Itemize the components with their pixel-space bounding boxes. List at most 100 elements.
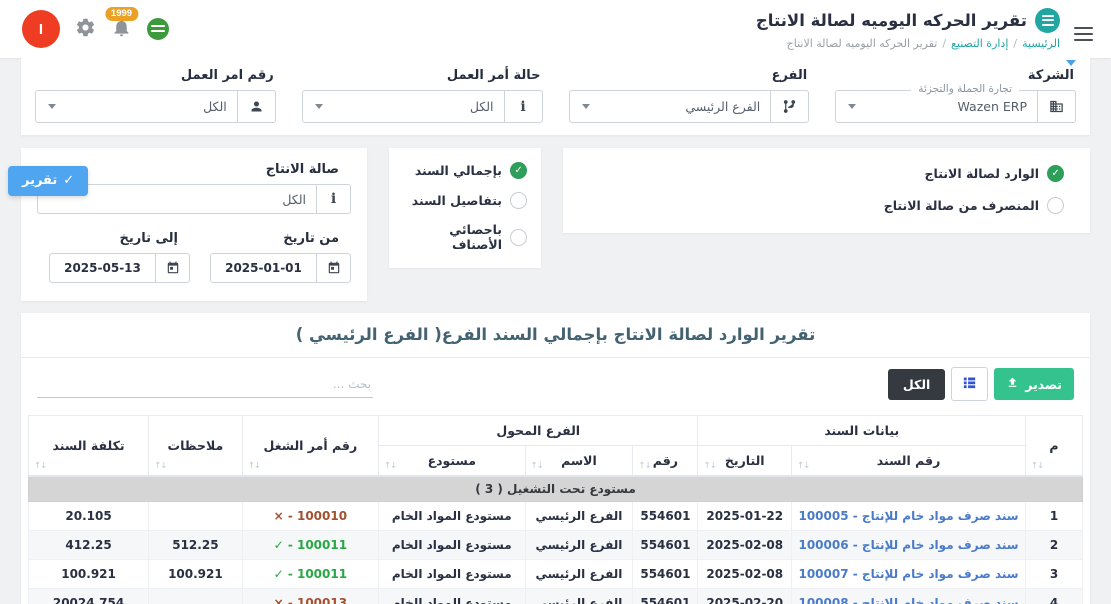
toolbar-buttons: تصدير الكل — [888, 367, 1074, 401]
work-order-number-label: رقم امر العمل — [37, 68, 274, 83]
company-value: Wazen ERP — [860, 99, 1037, 114]
report-list-icon — [1035, 8, 1060, 33]
breadcrumb-manufacturing[interactable]: إدارة التصنيع — [951, 37, 1008, 50]
option-by-voucher-details[interactable]: بتفاصيل السند — [403, 192, 527, 209]
doc-voucher-link[interactable]: سند صرف مواد خام للإنتاج - 100008 — [792, 589, 1026, 604]
dropdown-caret-icon — [315, 104, 323, 109]
option-incoming-to-hall[interactable]: الوارد لصالة الانتاج — [589, 165, 1064, 182]
info-icon: i — [316, 185, 350, 213]
cell-branch-no: 554601 — [633, 589, 698, 604]
cell-notes: 100.921 — [149, 560, 243, 589]
user-avatar[interactable]: I — [22, 10, 60, 48]
report-button[interactable]: ✓ تقرير — [8, 166, 88, 196]
company-label: الشركة — [837, 68, 1074, 83]
option-by-item-statistics[interactable]: باحصائي الأصناف — [403, 222, 527, 252]
export-button[interactable]: تصدير — [994, 368, 1074, 400]
doc-voucher-link[interactable]: سند صرف مواد خام للإنتاج - 100005 — [792, 502, 1026, 531]
topbar: تقرير الحركه اليوميه لصالة الانتاج الرئي… — [0, 0, 1111, 58]
sort-icon: ↓↑ — [384, 461, 396, 471]
col-warehouse[interactable]: مستودع↓↑ — [379, 446, 526, 477]
cell-seq: 3 — [1026, 560, 1083, 589]
cell-cost: 20.105 — [29, 502, 149, 531]
branch-value: الفرع الرئيسي — [594, 99, 771, 114]
company-select[interactable]: تجارة الجملة والتجزئة Wazen ERP — [835, 90, 1076, 123]
doc-voucher-link[interactable]: سند صرف مواد خام للإنتاج - 100007 — [792, 560, 1026, 589]
language-flag-icon[interactable] — [147, 18, 169, 40]
cell-cost: 100.921 — [29, 560, 149, 589]
cell-notes: 512.25 — [149, 531, 243, 560]
date-to-value: 2025-05-13 — [50, 261, 155, 275]
col-doc-no[interactable]: رقم السند↓↑ — [792, 446, 1026, 477]
sort-icon: ↓↑ — [531, 461, 543, 471]
report-toolbar: تصدير الكل — [21, 357, 1090, 411]
hamburger-icon — [1074, 27, 1093, 41]
radio-icon — [1047, 197, 1064, 214]
calendar-icon — [316, 254, 350, 282]
work-order-status-select[interactable]: i الكل — [302, 90, 543, 123]
table-view-button[interactable] — [951, 367, 988, 401]
col-no[interactable]: رقم↓↑ — [633, 446, 698, 477]
cell-notes — [149, 502, 243, 531]
settings-button[interactable] — [75, 17, 96, 41]
info-icon: i — [504, 91, 542, 122]
work-order-number-filter: رقم امر العمل الكل — [35, 66, 276, 123]
title-block: تقرير الحركه اليوميه لصالة الانتاج الرئي… — [756, 8, 1060, 50]
cell-branch-name: الفرع الرئيسي — [525, 502, 633, 531]
branch-label: الفرع — [571, 68, 808, 83]
flow-options-card: الوارد لصالة الانتاج المنصرف من صالة الا… — [563, 148, 1090, 233]
cell-work-order: ✓ - 100011 — [242, 531, 378, 560]
breadcrumb-current: تقرير الحركه اليوميه لصالة الانتاج — [787, 37, 938, 50]
work-order-status-value: الكل — [327, 99, 504, 114]
breadcrumb-separator: / — [1013, 37, 1017, 50]
report-options-row: ✓ تقرير الوارد لصالة الانتاج المنصرف من … — [21, 148, 1090, 301]
export-button-label: تصدير — [1025, 377, 1062, 392]
work-order-number-select[interactable]: الكل — [35, 90, 276, 123]
search-input[interactable] — [37, 371, 373, 398]
col-work-order[interactable]: رقم أمر الشغل↓↑ — [242, 416, 378, 477]
topbar-actions: 1999 I — [22, 10, 169, 48]
menu-toggle-button[interactable] — [1074, 18, 1093, 51]
collapse-caret-icon[interactable] — [1066, 60, 1076, 66]
breadcrumb-home[interactable]: الرئيسية — [1022, 37, 1060, 50]
cell-branch-name: الفرع الرئيسي — [525, 589, 633, 604]
report-card: تقرير الوارد لصالة الانتاج بإجمالي السند… — [21, 313, 1090, 604]
avatar-letter: I — [39, 21, 43, 38]
doc-voucher-link[interactable]: سند صرف مواد خام للإنتاج - 100006 — [792, 531, 1026, 560]
cell-seq: 2 — [1026, 531, 1083, 560]
sort-icon: ↓↑ — [703, 461, 715, 471]
notifications-button[interactable]: 1999 — [111, 17, 132, 41]
dropdown-caret-icon — [848, 104, 856, 109]
building-icon — [1037, 91, 1075, 122]
cell-notes — [149, 589, 243, 604]
check-icon: ✓ — [63, 173, 74, 188]
group-row: مستودع تحت التشغيل ( 3 ) — [29, 476, 1083, 502]
option-outgoing-from-hall[interactable]: المنصرف من صالة الانتاج — [589, 197, 1064, 214]
cell-seq: 1 — [1026, 502, 1083, 531]
upload-icon — [1006, 376, 1019, 392]
cell-branch-no: 554601 — [633, 560, 698, 589]
date-to-input[interactable]: 2025-05-13 — [49, 253, 190, 283]
col-seq[interactable]: م↓↑ — [1026, 416, 1083, 477]
table-wrap: م↓↑ بيانات السند الفرع المحول رقم أمر ال… — [21, 411, 1090, 604]
col-cost[interactable]: تكلفة السند↓↑ — [29, 416, 149, 477]
cell-warehouse: مستودع المواد الخام — [379, 589, 526, 604]
col-group-branch: الفرع المحول — [379, 416, 698, 446]
cell-branch-no: 554601 — [633, 502, 698, 531]
col-notes[interactable]: ملاحظات↓↑ — [149, 416, 243, 477]
radio-icon — [510, 192, 527, 209]
report-table: م↓↑ بيانات السند الفرع المحول رقم أمر ال… — [28, 415, 1083, 604]
report-title: تقرير الوارد لصالة الانتاج بإجمالي السند… — [21, 313, 1090, 357]
radio-icon — [510, 162, 527, 179]
branch-select[interactable]: الفرع الرئيسي — [569, 90, 810, 123]
work-order-status-label: حالة أمر العمل — [304, 68, 541, 83]
cell-cost: 20024.754 — [29, 589, 149, 604]
table-row: 4 سند صرف مواد خام للإنتاج - 100008 2025… — [29, 589, 1083, 604]
option-by-voucher-total[interactable]: بإجمالي السند — [403, 162, 527, 179]
show-all-button[interactable]: الكل — [888, 369, 945, 400]
col-name[interactable]: الاسم↓↑ — [525, 446, 633, 477]
work-order-number-value: الكل — [60, 99, 237, 114]
date-from-input[interactable]: 2025-01-01 — [210, 253, 351, 283]
col-date[interactable]: التاريخ↓↑ — [698, 446, 792, 477]
sort-icon: ↓↑ — [154, 461, 166, 471]
group-row-label: مستودع تحت التشغيل ( 3 ) — [29, 476, 1083, 502]
